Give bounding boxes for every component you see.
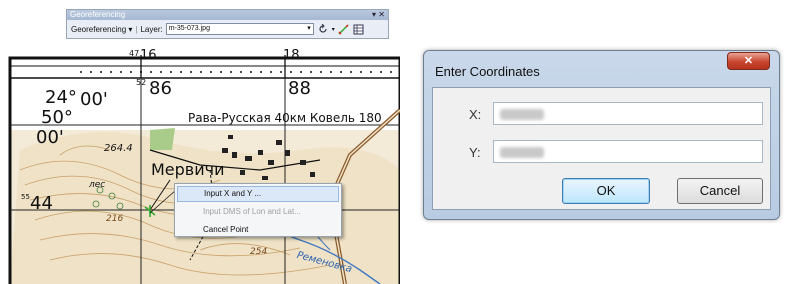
x-value-redacted [500,109,544,120]
menu-item-cancel-point[interactable]: Cancel Point [177,222,339,238]
enter-coordinates-dialog: Enter Coordinates ✕ X: Y: OK Cancel [423,50,780,220]
x-label: X: [469,107,482,122]
rotate-icon[interactable] [317,23,329,35]
grid-row-sup-52: 52 [136,78,147,87]
y-coordinate-field[interactable] [493,140,763,163]
forest-label: лес [89,180,106,190]
control-point-context-menu: Input X and Y ... Input DMS of Lon and L… [174,183,342,237]
longitude-degrees: 50° [41,107,73,128]
elevation-label: 264.4 [104,143,133,154]
layer-dropdown-value: m-35-073.jpg [168,25,210,32]
grid-row-label-88: 88 [288,78,311,99]
layer-dropdown[interactable]: m-35-073.jpg ▾ [165,23,314,35]
dialog-client-area: X: Y: OK Cancel [432,87,771,210]
toolbar-separator: | [135,24,138,34]
toolbar-close-icon[interactable]: ▾ ✕ [372,10,385,20]
rotate-menu-arrow-icon[interactable]: ▾ [332,26,335,33]
longitude-minutes: 00' [36,127,64,148]
menu-item-input-x-and-y[interactable]: Input X and Y ... [177,186,339,202]
cancel-button[interactable]: Cancel [677,178,763,204]
grid-row-sup-55: 55 [21,193,30,201]
road-label: Рава-Русская 40км Ковель 180 [188,111,382,125]
georeferencing-menu-label: Georeferencing [71,24,127,34]
ok-button[interactable]: OK [562,178,650,204]
link-table-icon[interactable] [353,23,365,35]
layer-label: Layer: [140,24,163,34]
screenshot: 47 16 18 52 86 88 24° 00' 50° 00' Рава-Р… [0,0,787,284]
x-coordinate-field[interactable] [493,102,763,125]
y-label: Y: [469,145,481,160]
menu-item-input-dms: Input DMS of Lon and Lat... [203,207,301,216]
latitude-minutes: 00' [80,89,108,110]
y-value-redacted [500,147,544,158]
grid-col-label-18: 18 [283,48,300,63]
grid-row-label-86: 86 [149,78,172,99]
dialog-close-button[interactable]: ✕ [727,52,770,70]
grid-col-label-16: 16 [140,48,157,63]
dialog-title: Enter Coordinates [435,64,540,79]
grid-row-label-44: 44 [30,193,53,214]
dropdown-arrow-icon: ▾ [307,25,311,32]
georeferencing-menu-button[interactable]: Georeferencing ▾ [71,25,132,34]
village-label: Мервичи [151,160,225,179]
grid-col-sup-47: 47 [129,49,140,58]
latitude-degrees: 24° [45,87,77,108]
scanned-map-view[interactable]: 47 16 18 52 86 88 24° 00' 50° 00' Рава-Р… [0,0,400,284]
chevron-down-icon: ▾ [128,24,133,34]
spot-height-b: 254 [250,247,268,257]
toolbar-titlebar[interactable]: Georeferencing ▾ ✕ [67,10,388,20]
spot-height-a: 216 [106,214,124,224]
toolbar-title: Georeferencing [70,10,126,19]
georeferencing-toolbar: Georeferencing ▾ ✕ Georeferencing ▾ | La… [66,9,389,39]
add-control-point-icon[interactable] [338,23,350,35]
